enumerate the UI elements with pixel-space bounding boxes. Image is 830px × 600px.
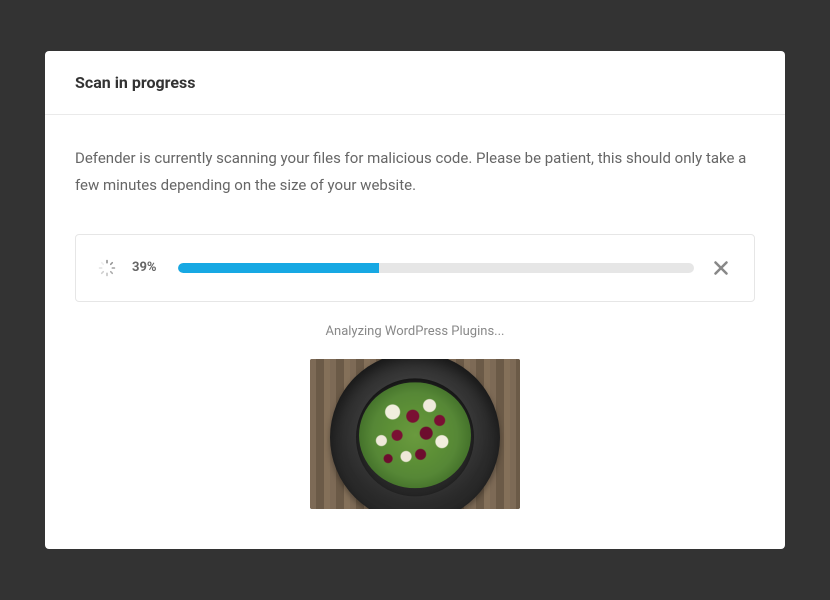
scanned-file-preview: [310, 359, 520, 509]
scan-progress-card: Scan in progress Defender is currently s…: [45, 51, 785, 549]
preview-plate: [330, 359, 500, 509]
progress-bar-fill: [178, 263, 379, 273]
progress-panel: 39%: [75, 234, 755, 302]
close-icon: [714, 261, 728, 275]
scan-description: Defender is currently scanning your file…: [75, 145, 755, 198]
cancel-scan-button[interactable]: [710, 257, 732, 279]
progress-bar-track: [178, 263, 694, 273]
preview-food: [359, 382, 471, 488]
progress-percent: 39%: [132, 260, 162, 275]
card-title: Scan in progress: [75, 73, 755, 92]
card-header: Scan in progress: [45, 51, 785, 115]
preview-container: [75, 359, 755, 509]
card-body: Defender is currently scanning your file…: [45, 115, 785, 549]
spinner-icon: [98, 259, 116, 277]
progress-status: Analyzing WordPress Plugins...: [75, 324, 755, 339]
